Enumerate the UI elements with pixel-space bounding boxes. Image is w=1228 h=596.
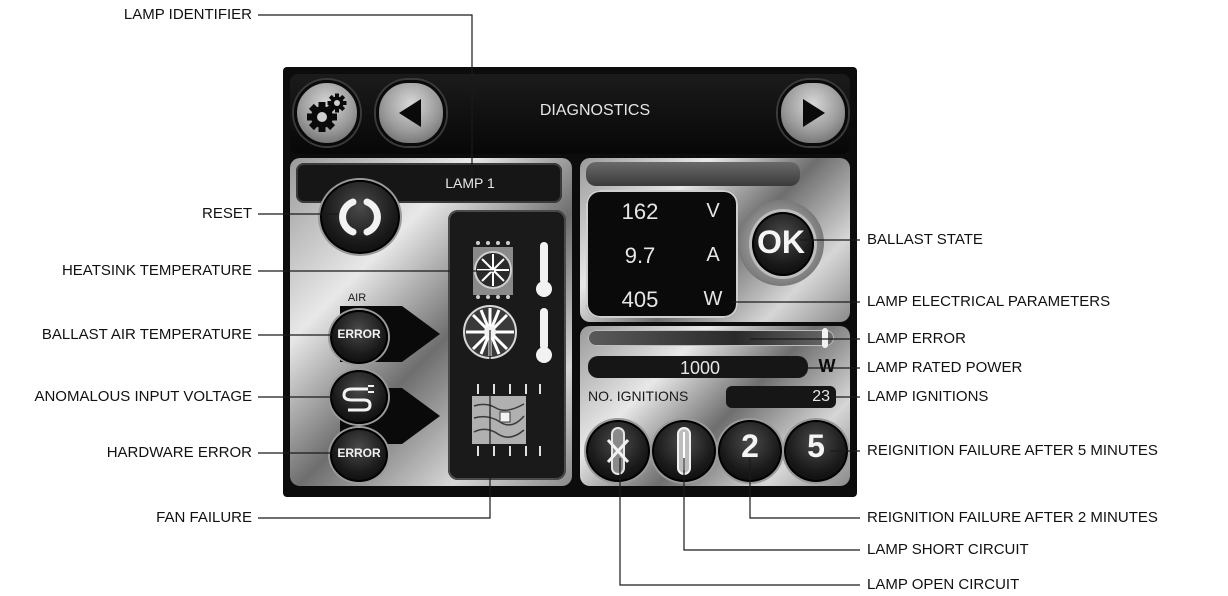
callout-lamp-rated-power: LAMP RATED POWER bbox=[867, 359, 1023, 376]
callout-heatsink-temperature: HEATSINK TEMPERATURE bbox=[61, 262, 252, 279]
callout-fan-failure: FAN FAILURE bbox=[156, 509, 252, 526]
callout-anomalous-input-voltage: ANOMALOUS INPUT VOLTAGE bbox=[34, 388, 252, 405]
callout-reignition-failure-2: REIGNITION FAILURE AFTER 2 MINUTES bbox=[867, 509, 1158, 526]
callout-lamp-identifier: LAMP IDENTIFIER bbox=[123, 6, 252, 23]
callout-reset: RESET bbox=[201, 205, 252, 222]
callout-lamp-short-circuit: LAMP SHORT CIRCUIT bbox=[867, 541, 1029, 558]
callout-reignition-failure-5: REIGNITION FAILURE AFTER 5 MINUTES bbox=[867, 442, 1158, 459]
callout-ballast-air-temperature: BALLAST AIR TEMPERATURE bbox=[41, 326, 252, 343]
callout-hardware-error: HARDWARE ERROR bbox=[106, 444, 252, 461]
callout-lamp-open-circuit: LAMP OPEN CIRCUIT bbox=[867, 576, 1020, 593]
callout-lamp-electrical-parameters: LAMP ELECTRICAL PARAMETERS bbox=[867, 293, 1111, 310]
callout-lamp-error: LAMP ERROR bbox=[867, 330, 966, 347]
callout-lamp-ignitions: LAMP IGNITIONS bbox=[867, 388, 989, 405]
callout-ballast-state: BALLAST STATE bbox=[867, 231, 983, 248]
